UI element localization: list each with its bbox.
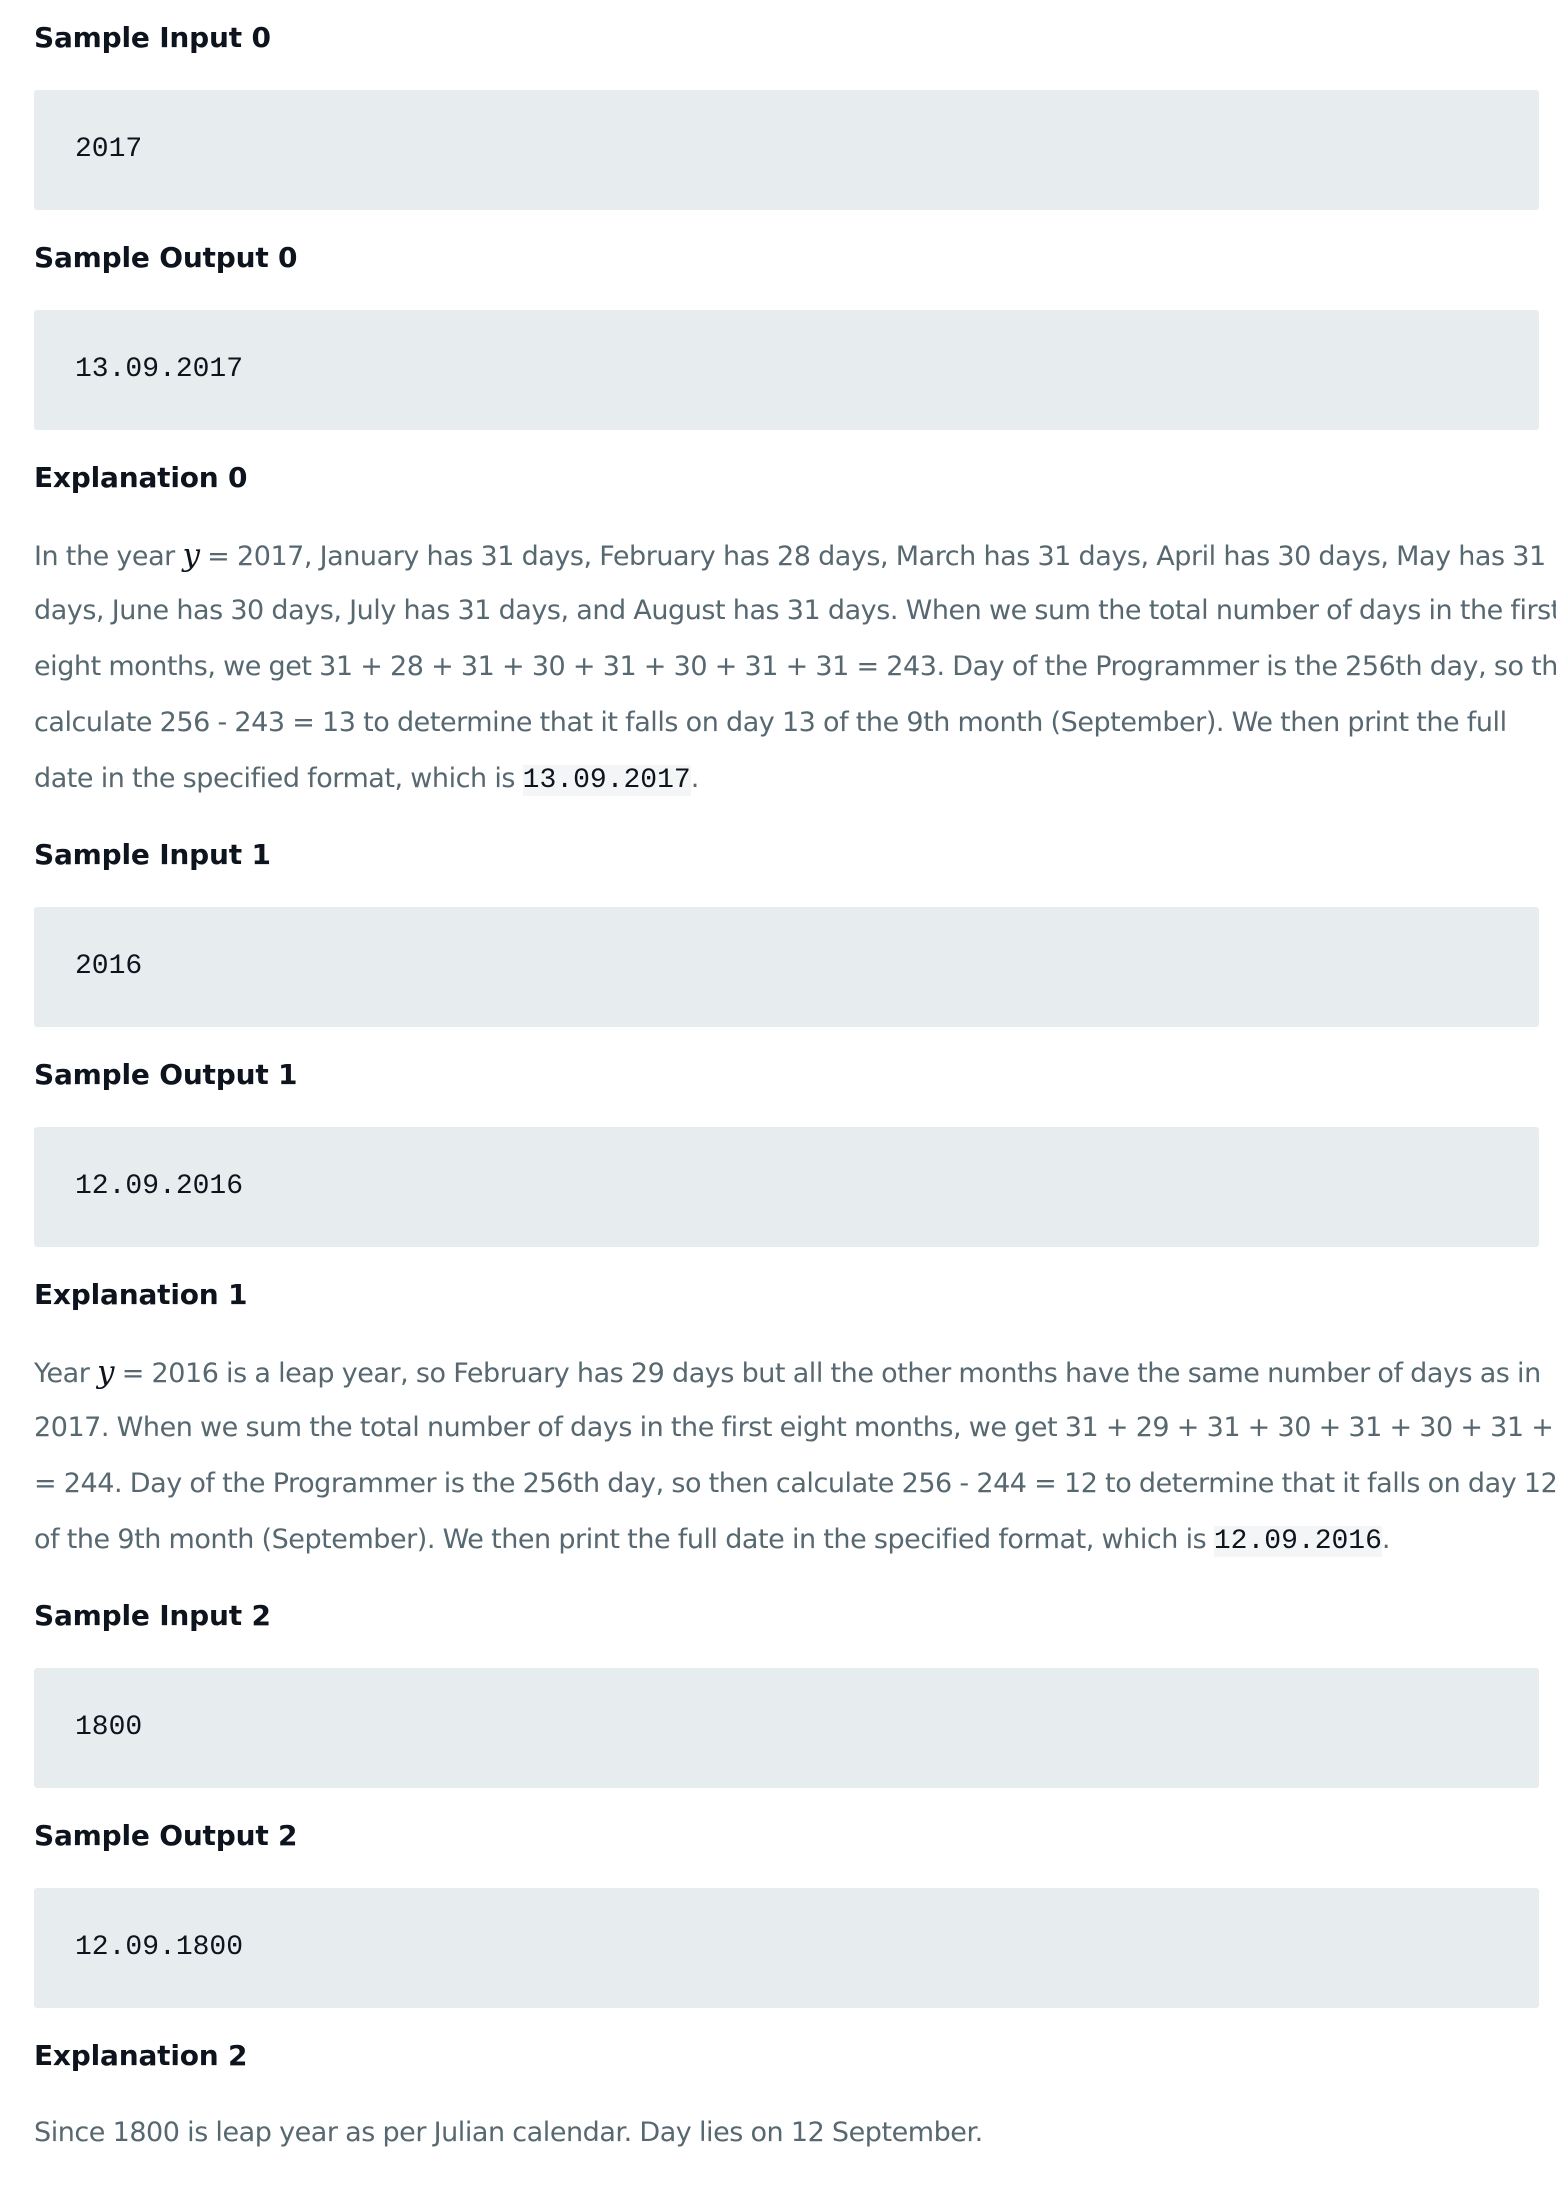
problem-samples-section: Sample Input 0 2017 Sample Output 0 13.0… xyxy=(0,0,1556,2190)
explanation-2-text: Since 1800 is leap year as per Julian ca… xyxy=(34,2117,983,2148)
explanation-1-text: Year y = 2016 is a leap year, so Februar… xyxy=(34,1354,1556,1557)
sample-input-2-value: 1800 xyxy=(75,1712,143,1743)
explanation-2-heading: Explanation 2 xyxy=(34,2039,248,2072)
sample-input-0-value: 2017 xyxy=(75,134,143,165)
sample-input-2-box[interactable]: 1800 xyxy=(34,1668,1539,1788)
sample-output-2-box[interactable]: 12.09.1800 xyxy=(34,1888,1539,2008)
sample-output-2-value: 12.09.1800 xyxy=(75,1932,244,1963)
sample-output-1-value: 12.09.2016 xyxy=(75,1171,244,1202)
sample-input-0-box[interactable]: 2017 xyxy=(34,90,1539,210)
variable-y: y xyxy=(182,537,200,573)
explanation-1-heading: Explanation 1 xyxy=(34,1278,248,1311)
sample-output-0-box[interactable]: 13.09.2017 xyxy=(34,310,1539,430)
explanation-0-heading: Explanation 0 xyxy=(34,461,248,494)
variable-y: y xyxy=(97,1354,115,1390)
sample-input-1-value: 2016 xyxy=(75,951,143,982)
sample-input-1-heading: Sample Input 1 xyxy=(34,838,271,871)
inline-code-result-1: 12.09.2016 xyxy=(1213,1526,1382,1557)
sample-output-2-heading: Sample Output 2 xyxy=(34,1819,298,1852)
sample-output-0-value: 13.09.2017 xyxy=(75,354,244,385)
sample-output-1-box[interactable]: 12.09.2016 xyxy=(34,1127,1539,1247)
explanation-0-text: In the year y = 2017, January has 31 day… xyxy=(34,537,1556,796)
sample-input-0-heading: Sample Input 0 xyxy=(34,21,271,54)
sample-input-2-heading: Sample Input 2 xyxy=(34,1599,271,1632)
sample-output-1-heading: Sample Output 1 xyxy=(34,1058,298,1091)
inline-code-result-0: 13.09.2017 xyxy=(522,765,691,796)
sample-input-1-box[interactable]: 2016 xyxy=(34,907,1539,1027)
sample-output-0-heading: Sample Output 0 xyxy=(34,241,298,274)
